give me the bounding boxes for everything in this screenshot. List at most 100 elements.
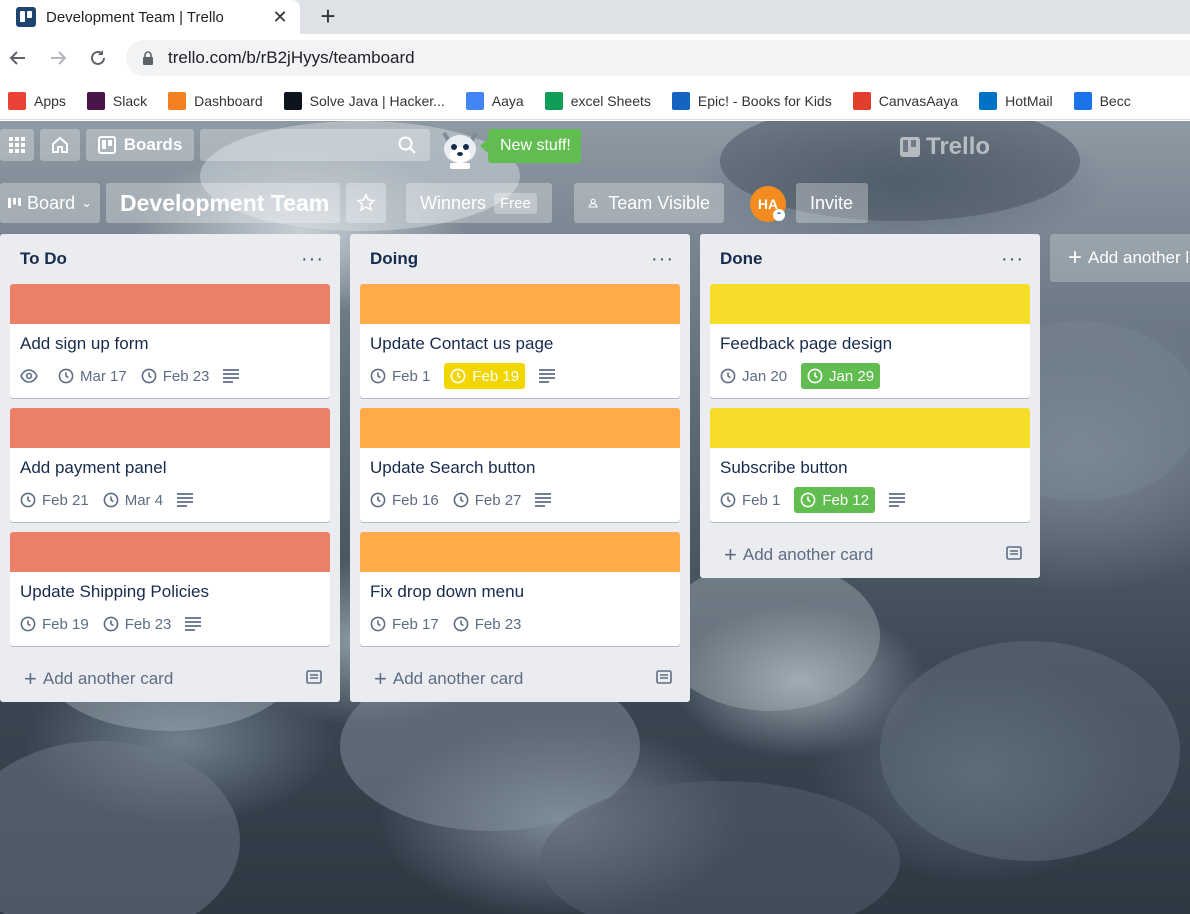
- app-switcher-icon[interactable]: [0, 129, 34, 161]
- trello-header: Boards New stuff! Trello: [0, 121, 1190, 175]
- card-badges: Feb 19 Feb 23: [20, 610, 320, 638]
- card-title: Fix drop down menu: [370, 582, 525, 601]
- list-title[interactable]: Done: [720, 249, 763, 269]
- team-button[interactable]: Winners Free: [406, 183, 552, 223]
- due-date-badge[interactable]: Feb 23: [103, 611, 171, 637]
- due-date-badge[interactable]: Feb 23: [453, 611, 521, 637]
- start-date-badge: Feb 1: [720, 487, 780, 513]
- card-template-icon[interactable]: [1006, 545, 1022, 565]
- apps-grid-icon: [8, 91, 26, 110]
- avatar[interactable]: HA ⌃: [750, 186, 786, 222]
- due-date-badge[interactable]: Mar 4: [103, 487, 163, 513]
- url-omnibox[interactable]: trello.com/b/rB2jHyys/teamboard: [126, 40, 1190, 76]
- close-tab-icon[interactable]: ✕: [270, 7, 290, 28]
- back-arrow-icon[interactable]: [6, 46, 30, 70]
- start-date-text: Feb 1: [742, 491, 781, 509]
- card-template-icon[interactable]: [306, 669, 322, 689]
- list-menu-icon[interactable]: ···: [1001, 249, 1024, 269]
- bookmark-item[interactable]: Becc: [1073, 91, 1131, 110]
- bookmark-item[interactable]: HotMail: [979, 91, 1053, 110]
- star-icon[interactable]: [346, 183, 386, 223]
- canvas-icon: [852, 91, 871, 110]
- plus-icon: +: [374, 666, 387, 691]
- due-date-badge[interactable]: Feb 12: [794, 487, 876, 513]
- card[interactable]: Fix drop down menu Feb 17 Feb 23: [360, 532, 680, 646]
- add-list-button[interactable]: + Add another list: [1050, 234, 1190, 282]
- bookmark-label: Slack: [112, 92, 148, 109]
- bookmark-item[interactable]: excel Sheets: [544, 91, 651, 110]
- home-icon[interactable]: [40, 129, 80, 161]
- description-icon: [539, 363, 561, 389]
- trello-logo-icon: [900, 137, 920, 157]
- card-body: Fix drop down menu Feb 17 Feb 23: [360, 572, 680, 646]
- trello-logo[interactable]: Trello: [900, 133, 990, 161]
- list-menu-icon[interactable]: ···: [651, 249, 674, 269]
- start-date-badge: Feb 21: [20, 487, 89, 513]
- add-card-label: Add another card: [392, 669, 524, 688]
- new-stuff-button[interactable]: New stuff!: [480, 129, 581, 163]
- add-card-label: Add another card: [742, 545, 874, 564]
- description-icon: [889, 487, 911, 513]
- card-badges: Feb 21 Mar 4: [20, 486, 320, 514]
- boards-button[interactable]: Boards: [86, 129, 194, 161]
- invite-button[interactable]: Invite: [796, 183, 868, 223]
- list-title[interactable]: To Do: [20, 249, 67, 269]
- due-date-badge[interactable]: Feb 23: [141, 363, 209, 389]
- bookmark-item[interactable]: Slack: [86, 91, 148, 110]
- add-card-button[interactable]: + Add another card: [350, 656, 690, 702]
- board-view-switcher[interactable]: Board ⌄: [0, 183, 100, 223]
- bookmark-item[interactable]: Solve Java | Hacker...: [283, 91, 445, 110]
- card[interactable]: Update Shipping Policies Feb 19 Feb 23: [10, 532, 330, 646]
- watching-eye-icon: [20, 363, 44, 389]
- due-date-badge[interactable]: Feb 19: [444, 363, 526, 389]
- bookmark-item[interactable]: Aaya: [465, 91, 524, 110]
- due-date-badge[interactable]: Feb 27: [453, 487, 521, 513]
- bookmark-item[interactable]: Apps: [8, 91, 66, 110]
- card-cover-label: [10, 532, 330, 572]
- card-title: Feedback page design: [720, 334, 893, 353]
- card-body: Add payment panel Feb 21 Mar 4: [10, 448, 330, 522]
- card[interactable]: Update Contact us page Feb 1 Feb 19: [360, 284, 680, 398]
- bookmark-label: Epic! - Books for Kids: [697, 92, 832, 109]
- bookmark-item[interactable]: Dashboard: [168, 91, 263, 110]
- team-visible-icon: [588, 198, 598, 208]
- bookmark-item[interactable]: Epic! - Books for Kids: [671, 91, 832, 110]
- description-icon: [223, 363, 245, 389]
- board-title[interactable]: Development Team: [106, 183, 340, 223]
- list-title[interactable]: Doing: [370, 249, 418, 269]
- card[interactable]: Subscribe button Feb 1 Feb 12: [710, 408, 1030, 522]
- due-date-badge[interactable]: Jan 29: [801, 363, 881, 389]
- start-date-text: Feb 21: [42, 491, 89, 509]
- list-doing: Doing ··· Update Contact us page Feb 1 Feb 1…: [350, 234, 690, 702]
- team-name: Winners: [420, 192, 487, 213]
- browser-tab[interactable]: Development Team | Trello ✕: [0, 0, 300, 34]
- forward-arrow-icon[interactable]: [46, 46, 70, 70]
- bookmark-item[interactable]: CanvasAaya: [852, 91, 958, 110]
- card-cover-label: [710, 408, 1030, 448]
- card[interactable]: Add sign up form Mar 17 Feb 23: [10, 284, 330, 398]
- add-card-button[interactable]: + Add another card: [0, 656, 340, 702]
- start-date-text: Feb 19: [42, 615, 89, 633]
- card[interactable]: Feedback page design Jan 20 Jan 29: [710, 284, 1030, 398]
- visibility-button[interactable]: Team Visible: [574, 183, 724, 223]
- taco-mascot-icon[interactable]: [438, 123, 482, 171]
- card-body: Update Search button Feb 16 Feb 27: [360, 448, 680, 522]
- board-view-icon: [8, 197, 22, 209]
- plus-icon: +: [24, 666, 37, 691]
- reload-icon[interactable]: [86, 46, 110, 70]
- list-menu-icon[interactable]: ···: [301, 249, 324, 269]
- list-to-do: To Do ··· Add sign up form Mar 17 Feb 23 Add …: [0, 234, 340, 702]
- add-card-label: Add another card: [42, 669, 174, 688]
- new-tab-icon[interactable]: +: [316, 2, 340, 30]
- search-input[interactable]: [200, 129, 430, 161]
- description-icon: [177, 487, 199, 513]
- card-template-icon[interactable]: [656, 669, 672, 689]
- card[interactable]: Update Search button Feb 16 Feb 27: [360, 408, 680, 522]
- board-view-label: Board: [27, 192, 76, 213]
- card-body: Update Contact us page Feb 1 Feb 19: [360, 324, 680, 398]
- visibility-label: Team Visible: [608, 192, 710, 213]
- card[interactable]: Add payment panel Feb 21 Mar 4: [10, 408, 330, 522]
- card-badges: Mar 17 Feb 23: [20, 362, 320, 390]
- google-sheets-icon: [544, 91, 563, 110]
- add-card-button[interactable]: + Add another card: [700, 532, 1040, 578]
